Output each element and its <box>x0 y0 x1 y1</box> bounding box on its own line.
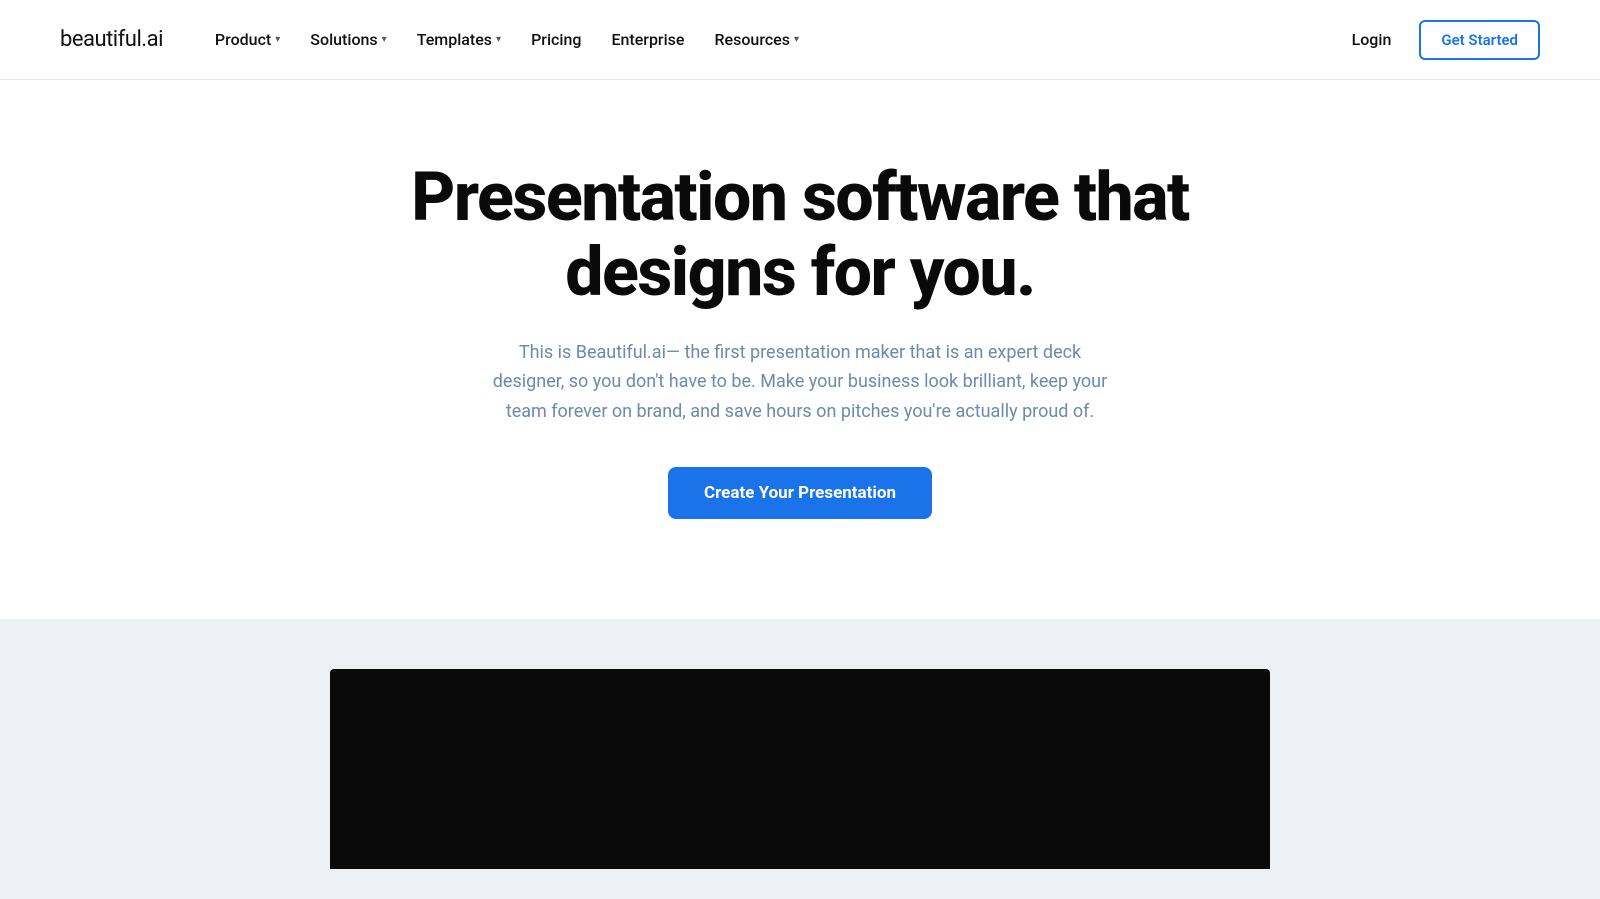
navbar-right: Login Get Started <box>1340 20 1540 60</box>
nav-label-enterprise: Enterprise <box>611 30 684 49</box>
hero-title-line1: Presentation software that <box>411 157 1188 237</box>
navbar: beautiful.ai Product ▾ Solutions ▾ Templ… <box>0 0 1600 80</box>
chevron-down-icon: ▾ <box>496 34 501 45</box>
chevron-down-icon: ▾ <box>382 34 387 45</box>
nav-link-enterprise[interactable]: Enterprise <box>599 22 696 57</box>
hero-title: Presentation software that designs for y… <box>411 160 1188 310</box>
nav-item-solutions: Solutions ▾ <box>298 22 398 57</box>
chevron-down-icon: ▾ <box>275 34 280 45</box>
nav-item-templates: Templates ▾ <box>405 22 513 57</box>
hero-subtitle: This is Beautiful.ai— the first presenta… <box>490 338 1110 427</box>
nav-item-product: Product ▾ <box>203 22 292 57</box>
nav-item-resources: Resources ▾ <box>702 22 811 57</box>
lower-section <box>0 619 1600 899</box>
chevron-down-icon: ▾ <box>794 34 799 45</box>
create-presentation-button[interactable]: Create Your Presentation <box>668 467 932 519</box>
login-button[interactable]: Login <box>1340 22 1404 57</box>
nav-link-solutions[interactable]: Solutions ▾ <box>298 22 398 57</box>
nav-link-resources[interactable]: Resources ▾ <box>702 22 811 57</box>
nav-label-templates: Templates <box>417 30 492 49</box>
nav-link-product[interactable]: Product ▾ <box>203 22 292 57</box>
navbar-left: beautiful.ai Product ▾ Solutions ▾ Templ… <box>60 22 811 57</box>
nav-item-pricing: Pricing <box>519 22 593 57</box>
nav-label-product: Product <box>215 30 271 49</box>
logo-text-tld: .ai <box>141 27 163 52</box>
logo[interactable]: beautiful.ai <box>60 27 163 52</box>
nav-label-pricing: Pricing <box>531 30 581 49</box>
nav-link-templates[interactable]: Templates ▾ <box>405 22 513 57</box>
demo-preview <box>330 669 1270 869</box>
get-started-button[interactable]: Get Started <box>1419 20 1540 60</box>
logo-text-main: beautiful <box>60 27 141 52</box>
nav-item-enterprise: Enterprise <box>599 22 696 57</box>
nav-label-resources: Resources <box>714 30 790 49</box>
nav-label-solutions: Solutions <box>310 30 377 49</box>
nav-links: Product ▾ Solutions ▾ Templates ▾ Pricin… <box>203 22 811 57</box>
nav-link-pricing[interactable]: Pricing <box>519 22 593 57</box>
hero-title-line2: designs for you. <box>565 232 1035 312</box>
hero-section: Presentation software that designs for y… <box>0 80 1600 619</box>
